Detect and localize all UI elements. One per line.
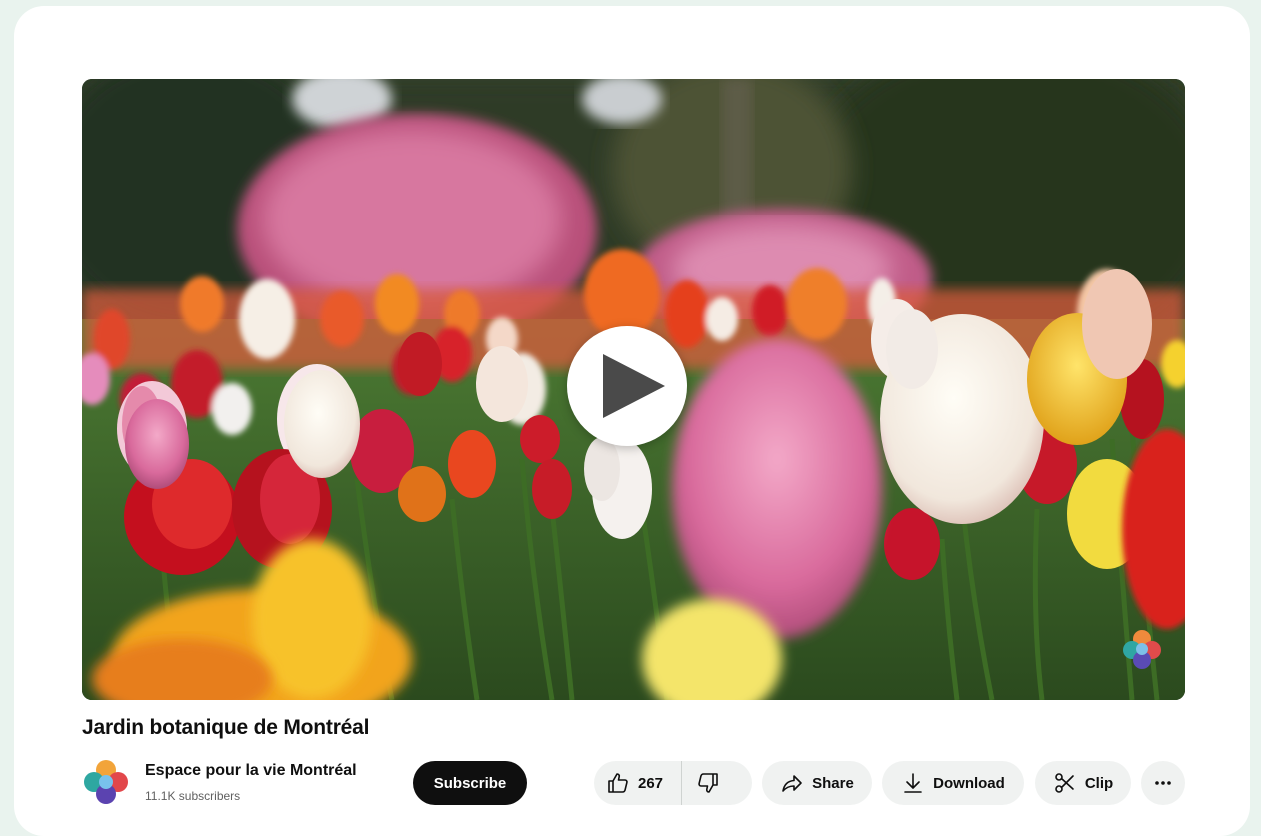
- scissors-icon: [1055, 773, 1074, 793]
- more-horizontal-icon: [1155, 781, 1171, 785]
- dislike-button[interactable]: [682, 761, 720, 805]
- share-label: Share: [812, 774, 854, 792]
- clip-button[interactable]: Clip: [1035, 761, 1131, 805]
- more-actions-button[interactable]: [1141, 761, 1185, 805]
- thumbs-up-icon: [608, 773, 628, 793]
- thumbs-down-icon: [698, 773, 718, 793]
- subscriber-count: 11.1K subscribers: [145, 789, 241, 803]
- subscribe-button[interactable]: Subscribe: [413, 761, 527, 805]
- like-count: 267: [638, 774, 664, 792]
- clip-label: Clip: [1084, 774, 1114, 792]
- download-button[interactable]: Download: [882, 761, 1024, 805]
- channel-name[interactable]: Espace pour la vie Montréal: [145, 762, 357, 780]
- like-button[interactable]: 267: [594, 761, 683, 805]
- channel-avatar[interactable]: [82, 758, 130, 806]
- video-title: Jardin botanique de Montréal: [82, 716, 370, 739]
- channel-watermark-icon[interactable]: [1119, 626, 1165, 672]
- play-icon: [603, 354, 665, 418]
- share-icon: [782, 775, 802, 792]
- video-player[interactable]: [82, 79, 1185, 700]
- download-icon: [904, 773, 922, 793]
- like-dislike-group: 267: [594, 761, 752, 805]
- play-button[interactable]: [567, 326, 687, 446]
- download-label: Download: [933, 774, 1005, 792]
- share-button[interactable]: Share: [762, 761, 872, 805]
